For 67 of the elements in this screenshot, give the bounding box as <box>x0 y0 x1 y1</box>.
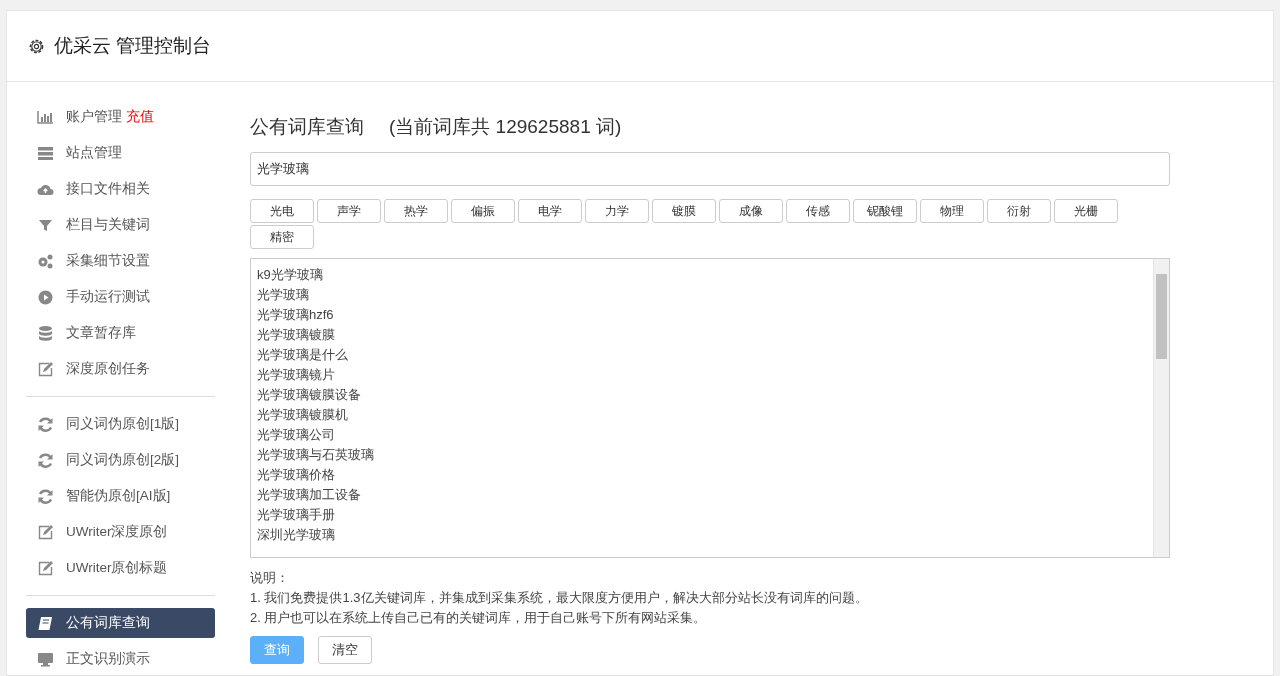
sidebar-item[interactable]: UWriter深度原创 <box>26 517 215 547</box>
tag-button[interactable]: 电学 <box>518 199 582 223</box>
tag-button[interactable]: 偏振 <box>451 199 515 223</box>
sidebar-item[interactable]: 智能伪原创[AI版] <box>26 481 215 511</box>
notes-title: 说明： <box>250 569 290 587</box>
result-item[interactable]: 光学玻璃手册 <box>257 505 1153 525</box>
refresh-icon <box>37 487 54 505</box>
play-icon <box>37 288 54 306</box>
console-title: 优采云 管理控制台 <box>54 34 212 58</box>
tag-button[interactable]: 声学 <box>317 199 381 223</box>
sidebar-item[interactable]: 栏目与关键词 <box>26 210 215 240</box>
result-item[interactable]: 光学玻璃价格 <box>257 465 1153 485</box>
sidebar-item[interactable]: 公有词库查询 <box>26 608 215 638</box>
bar-chart-icon <box>37 108 54 126</box>
result-item[interactable]: 光学玻璃加工设备 <box>257 485 1153 505</box>
results-list[interactable]: k9光学玻璃 光学玻璃 光学玻璃hzf6 光学玻璃镀膜 光学玻璃是什么 光学玻璃镜片 光学玻璃镀膜设备 光学玻璃镀膜机 光学玻璃公司 光学玻璃与石英玻璃 光学玻璃价格 光学玻璃加工设备 光学玻璃手册 深圳光学玻璃 <box>250 258 1170 558</box>
result-item[interactable]: 光学玻璃与石英玻璃 <box>257 445 1153 465</box>
result-item[interactable]: 光学玻璃hzf6 <box>257 305 1153 325</box>
word-count: (当前词库共 129625881 词) <box>389 115 622 139</box>
result-item[interactable]: 光学玻璃镀膜 <box>257 325 1153 345</box>
tag-button[interactable]: 热学 <box>384 199 448 223</box>
clear-button[interactable]: 清空 <box>318 636 372 664</box>
sidebar-item[interactable]: 站点管理 <box>26 138 215 168</box>
sidebar-item[interactable]: 账户管理 充值 <box>26 102 215 132</box>
tag-button[interactable]: 物理 <box>920 199 984 223</box>
tag-button[interactable]: 精密 <box>250 225 314 249</box>
tag-button[interactable]: 传感 <box>786 199 850 223</box>
edit-icon <box>37 523 54 541</box>
tag-button[interactable]: 光栅 <box>1054 199 1118 223</box>
edit-icon <box>37 360 54 378</box>
result-item[interactable]: 光学玻璃是什么 <box>257 345 1153 365</box>
gears-icon <box>37 252 54 270</box>
result-item[interactable]: 深圳光学玻璃 <box>257 525 1153 545</box>
tag-button[interactable]: 力学 <box>585 199 649 223</box>
sidebar-item[interactable]: 手动运行测试 <box>26 282 215 312</box>
tag-button[interactable]: 镀膜 <box>652 199 716 223</box>
tag-button[interactable]: 成像 <box>719 199 783 223</box>
sidebar-item[interactable]: 深度原创任务 <box>26 354 215 384</box>
result-item[interactable]: 光学玻璃 <box>257 285 1153 305</box>
search-field[interactable]: 光学玻璃 <box>250 152 1170 186</box>
tag-button[interactable]: 光电 <box>250 199 314 223</box>
database-icon <box>37 324 54 342</box>
result-item[interactable]: 光学玻璃镜片 <box>257 365 1153 385</box>
tag-button[interactable]: 衍射 <box>987 199 1051 223</box>
result-item[interactable]: 光学玻璃镀膜机 <box>257 405 1153 425</box>
server-icon <box>37 144 54 162</box>
sidebar-item[interactable]: 正文识别演示 <box>26 644 215 674</box>
result-item[interactable]: 光学玻璃公司 <box>257 425 1153 445</box>
note-text: 2. 用户也可以在系统上传自己已有的关键词库，用于自己账号下所有网站采集。 <box>250 609 708 627</box>
tag-button[interactable]: 铌酸锂 <box>853 199 917 223</box>
refresh-icon <box>37 451 54 469</box>
sidebar-item[interactable]: 同义词伪原创[1版] <box>26 409 215 439</box>
recharge-link[interactable]: 充值 <box>126 108 154 126</box>
sidebar-item[interactable]: 采集细节设置 <box>26 246 215 276</box>
book-icon <box>37 614 54 632</box>
scrollbar[interactable] <box>1153 259 1169 557</box>
monitor-icon <box>37 650 54 668</box>
edit-icon <box>37 559 54 577</box>
page-title: 公有词库查询 <box>250 115 364 139</box>
sidebar-item[interactable]: UWriter原创标题 <box>26 553 215 583</box>
refresh-icon <box>37 415 54 433</box>
result-item[interactable]: k9光学玻璃 <box>257 265 1153 285</box>
result-item[interactable]: 光学玻璃镀膜设备 <box>257 385 1153 405</box>
sidebar-item[interactable]: 同义词伪原创[2版] <box>26 445 215 475</box>
sidebar-item[interactable]: 文章暂存库 <box>26 318 215 348</box>
note-text: 1. 我们免费提供1.3亿关键词库，并集成到采集系统，最大限度方便用户，解决大部分站长没有词库的问题。 <box>250 589 869 607</box>
sidebar-item[interactable]: 接口文件相关 <box>26 174 215 204</box>
